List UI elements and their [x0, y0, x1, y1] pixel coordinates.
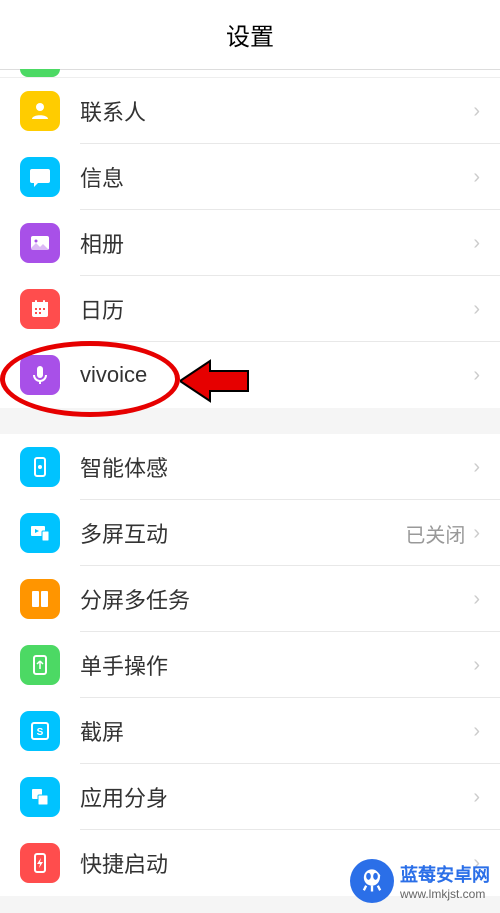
- settings-group-2: 智能体感 › 多屏互动 已关闭 › 分屏多任务 › 单手操作 › S 截屏: [0, 434, 500, 896]
- row-label: 单手操作: [80, 649, 473, 681]
- onehand-icon: [20, 645, 60, 685]
- screenshot-icon: S: [20, 711, 60, 751]
- row-contacts[interactable]: 联系人 ›: [0, 78, 500, 144]
- chevron-right-icon: ›: [473, 100, 480, 123]
- page-title: 设置: [226, 17, 274, 52]
- chevron-right-icon: ›: [473, 298, 480, 321]
- splitscreen-icon: [20, 579, 60, 619]
- multiscreen-icon: [20, 513, 60, 553]
- row-label: 智能体感: [80, 451, 473, 483]
- watermark: 蓝莓安卓网 www.lmkjst.com: [350, 859, 490, 903]
- row-calendar[interactable]: 日历 ›: [0, 276, 500, 342]
- calendar-icon: [20, 289, 60, 329]
- chevron-right-icon: ›: [473, 786, 480, 809]
- row-appclone[interactable]: 应用分身 ›: [0, 764, 500, 830]
- chevron-right-icon: ›: [473, 588, 480, 611]
- row-screenshot[interactable]: S 截屏 ›: [0, 698, 500, 764]
- chevron-right-icon: ›: [473, 654, 480, 677]
- settings-group-1: 联系人 › 信息 › 相册 › 日历 › vivoice ›: [0, 70, 500, 408]
- chevron-right-icon: ›: [473, 522, 480, 545]
- messages-icon: [20, 157, 60, 197]
- row-onehand[interactable]: 单手操作 ›: [0, 632, 500, 698]
- watermark-logo-icon: [350, 859, 394, 903]
- row-multiscreen[interactable]: 多屏互动 已关闭 ›: [0, 500, 500, 566]
- motion-icon: [20, 447, 60, 487]
- partial-row-top: [0, 70, 500, 78]
- quicklaunch-icon: [20, 843, 60, 883]
- partial-icon: [20, 69, 60, 77]
- photos-icon: [20, 223, 60, 263]
- row-label: 联系人: [80, 95, 473, 127]
- watermark-title: 蓝莓安卓网: [400, 861, 490, 887]
- vivoice-icon: [20, 355, 60, 395]
- row-label: 相册: [80, 227, 473, 259]
- row-label: vivoice: [80, 362, 473, 388]
- row-vivoice[interactable]: vivoice ›: [0, 342, 500, 408]
- chevron-right-icon: ›: [473, 232, 480, 255]
- row-messages[interactable]: 信息 ›: [0, 144, 500, 210]
- row-label: 分屏多任务: [80, 583, 473, 615]
- chevron-right-icon: ›: [473, 456, 480, 479]
- row-smart-motion[interactable]: 智能体感 ›: [0, 434, 500, 500]
- watermark-url: www.lmkjst.com: [400, 887, 490, 901]
- row-splitscreen[interactable]: 分屏多任务 ›: [0, 566, 500, 632]
- row-photos[interactable]: 相册 ›: [0, 210, 500, 276]
- contacts-icon: [20, 91, 60, 131]
- appclone-icon: [20, 777, 60, 817]
- section-separator: [0, 408, 500, 434]
- chevron-right-icon: ›: [473, 720, 480, 743]
- row-label: 截屏: [80, 715, 473, 747]
- chevron-right-icon: ›: [473, 364, 480, 387]
- row-label: 应用分身: [80, 781, 473, 813]
- row-value: 已关闭: [405, 519, 465, 548]
- row-label: 信息: [80, 161, 473, 193]
- svg-text:S: S: [37, 727, 44, 738]
- row-label: 日历: [80, 293, 473, 325]
- row-label: 多屏互动: [80, 517, 405, 549]
- chevron-right-icon: ›: [473, 166, 480, 189]
- header: 设置: [0, 0, 500, 70]
